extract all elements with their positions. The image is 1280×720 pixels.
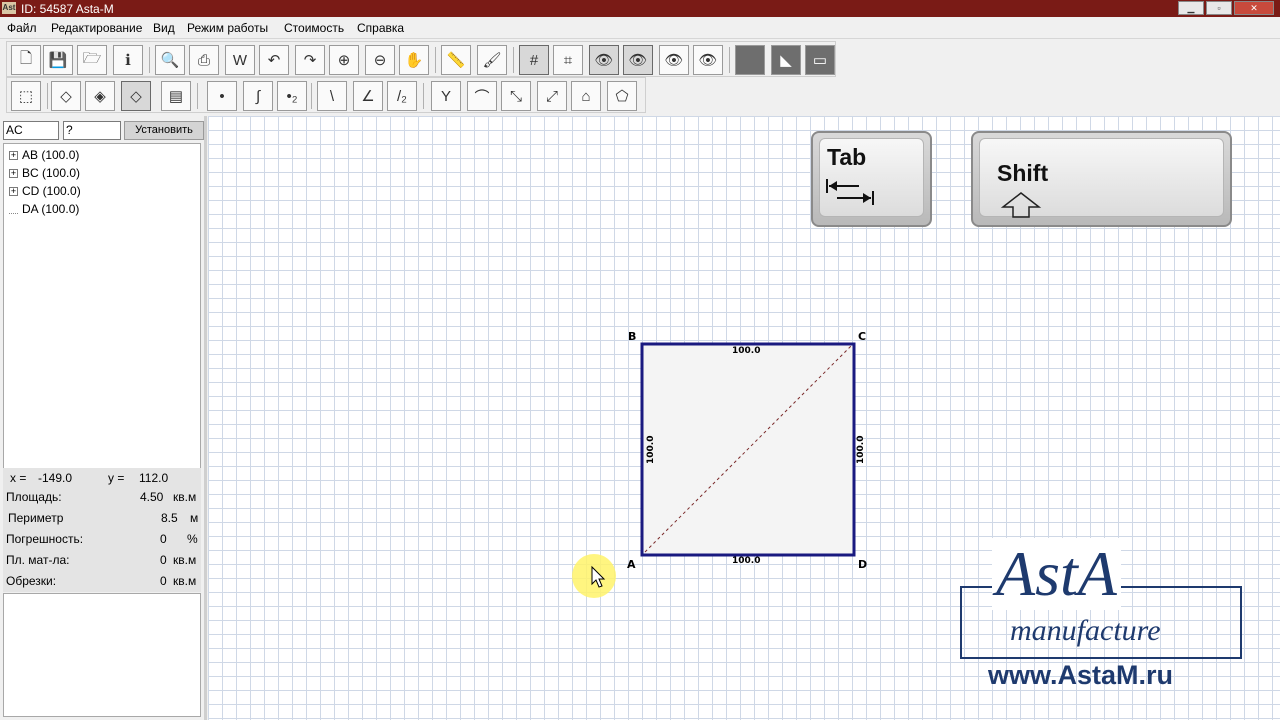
- menu-file[interactable]: Файл: [7, 21, 37, 35]
- shape-2-icon[interactable]: ◈: [85, 81, 115, 111]
- vertex-icon[interactable]: \: [317, 81, 347, 111]
- view-eye-3-icon[interactable]: 👁: [659, 45, 689, 75]
- fill-dark-icon[interactable]: [735, 45, 765, 75]
- tree-item[interactable]: DA (100.0): [9, 202, 79, 216]
- tool-c-icon[interactable]: ⤡: [501, 81, 531, 111]
- notes-area: [3, 593, 201, 717]
- vertex-b-label: B: [628, 330, 636, 343]
- shape-1-icon[interactable]: ◇: [51, 81, 81, 111]
- new-doc-icon[interactable]: 🗋: [11, 45, 41, 75]
- tab-key-image: Tab: [811, 131, 932, 227]
- tree-item[interactable]: + CD (100.0): [9, 184, 81, 198]
- logo-subtitle: manufacture: [1010, 614, 1161, 647]
- tree-item[interactable]: + BC (100.0): [9, 166, 80, 180]
- window-controls: ▁ ▫ ✕: [1178, 1, 1274, 15]
- menu-view[interactable]: Вид: [153, 21, 175, 35]
- tab-arrows-icon: [826, 179, 874, 205]
- drawing-toolbar: ⬚ ◇ ◈ ◇ ▤ • ∫ •₂ \ ∠ /₂ Y ⌒ ⤡ ⤢ ⌂ ⬠: [6, 77, 646, 113]
- close-button[interactable]: ✕: [1234, 1, 1274, 15]
- vertex-c-label: C: [858, 330, 866, 343]
- line-name-field[interactable]: AC: [3, 121, 59, 140]
- info-icon[interactable]: ℹ: [113, 45, 143, 75]
- corner-icon[interactable]: ◣: [771, 45, 801, 75]
- edge-ab-label: 100.0: [646, 436, 656, 464]
- line-length-field[interactable]: ?: [63, 121, 121, 140]
- stat-material-area: Пл. мат-ла: 0 кв.м: [6, 553, 197, 567]
- title-bar: Ast ID: 54587 Asta-M ▁ ▫ ✕: [0, 0, 1280, 17]
- maximize-button[interactable]: ▫: [1206, 1, 1232, 15]
- properties-panel: AC ? Установить + AB (100.0) + BC (100.0…: [0, 116, 207, 720]
- expand-icon[interactable]: +: [9, 186, 18, 196]
- edge-ad-label: 100.0: [732, 556, 760, 566]
- logo-brand: AstA: [992, 538, 1121, 610]
- edge-bc-label: 100.0: [732, 346, 760, 356]
- preview-icon[interactable]: 🔍: [155, 45, 185, 75]
- curve-icon[interactable]: ∫: [243, 81, 273, 111]
- tool-e-icon[interactable]: ⌂: [571, 81, 601, 111]
- app-icon: Ast: [2, 2, 16, 14]
- panel-icon[interactable]: ▭: [805, 45, 835, 75]
- tool-a-icon[interactable]: Y: [431, 81, 461, 111]
- asta-logo: AstA manufacture www.AstaM.ru: [960, 538, 1242, 700]
- tool-f-icon[interactable]: ⬠: [607, 81, 637, 111]
- zoom-in-icon[interactable]: ⊕: [329, 45, 359, 75]
- ruler-icon[interactable]: 📏: [441, 45, 471, 75]
- tool-b-icon[interactable]: ⌒: [467, 81, 497, 111]
- set-button[interactable]: Установить: [124, 121, 204, 140]
- edge-cd-label: 100.0: [856, 436, 866, 464]
- shape-3-icon[interactable]: ◇: [121, 81, 151, 111]
- snap-grid-icon[interactable]: ⌗: [553, 45, 583, 75]
- point-icon[interactable]: •: [207, 81, 237, 111]
- menu-cost[interactable]: Стоимость: [284, 21, 344, 35]
- coordinate-readout: x = -149.0 y = 112.0: [10, 471, 169, 485]
- redo-icon[interactable]: ↷: [295, 45, 325, 75]
- expand-icon[interactable]: +: [9, 168, 18, 178]
- window-title: ID: 54587 Asta-M: [21, 2, 114, 16]
- menu-bar: Файл Редактирование Вид Режим работы Сто…: [0, 17, 1280, 39]
- open-icon[interactable]: 🗁: [77, 45, 107, 75]
- vertex-a-label: A: [627, 558, 636, 571]
- shift-key-label: Shift: [997, 160, 1049, 186]
- stat-offcuts: Обрезки: 0 кв.м: [6, 574, 197, 588]
- stat-error: Погрешность: 0 %: [6, 532, 198, 546]
- layers-icon[interactable]: ▤: [161, 81, 191, 111]
- tab-key-label: Tab: [827, 144, 867, 170]
- save-icon[interactable]: 💾: [43, 45, 73, 75]
- angle-icon[interactable]: ∠: [353, 81, 383, 111]
- view-eye-4-icon[interactable]: 👁: [693, 45, 723, 75]
- undo-icon[interactable]: ↶: [259, 45, 289, 75]
- main-toolbar: 🗋 💾 🗁 ℹ 🔍 ⎙ W ↶ ↷ ⊕ ⊖ ✋ 📏 🖌 # ⌗ 👁 👁 👁 👁 …: [6, 41, 836, 77]
- brush-icon[interactable]: 🖌: [477, 45, 507, 75]
- tool-d-icon[interactable]: ⤢: [537, 81, 567, 111]
- pan-hand-icon[interactable]: ✋: [399, 45, 429, 75]
- view-eye-2-icon[interactable]: 👁: [623, 45, 653, 75]
- point-2-icon[interactable]: •₂: [277, 81, 307, 111]
- tree-item[interactable]: + AB (100.0): [9, 148, 79, 162]
- angle-2-icon[interactable]: /₂: [387, 81, 417, 111]
- shift-key-image: Shift: [971, 131, 1232, 227]
- grid-icon[interactable]: #: [519, 45, 549, 75]
- menu-edit[interactable]: Редактирование: [51, 21, 142, 35]
- stat-area: Площадь: 4.50 кв.м: [6, 490, 197, 504]
- menu-work-mode[interactable]: Режим работы: [187, 21, 268, 35]
- stats-panel: x = -149.0 y = 112.0 Площадь: 4.50 кв.м …: [3, 468, 201, 592]
- print-icon[interactable]: ⎙: [189, 45, 219, 75]
- shift-arrow-icon: [1000, 192, 1042, 218]
- view-eye-icon[interactable]: 👁: [589, 45, 619, 75]
- logo-url: www.AstaM.ru: [988, 660, 1174, 690]
- menu-help[interactable]: Справка: [357, 21, 404, 35]
- 3d-view-icon[interactable]: ⬚: [11, 81, 41, 111]
- zoom-out-icon[interactable]: ⊖: [365, 45, 395, 75]
- vertex-d-label: D: [858, 558, 867, 571]
- stat-perimeter: Периметр 8.5 м: [8, 511, 199, 525]
- minimize-button[interactable]: ▁: [1178, 1, 1204, 15]
- expand-icon[interactable]: +: [9, 150, 18, 160]
- export-word-icon[interactable]: W: [225, 45, 255, 75]
